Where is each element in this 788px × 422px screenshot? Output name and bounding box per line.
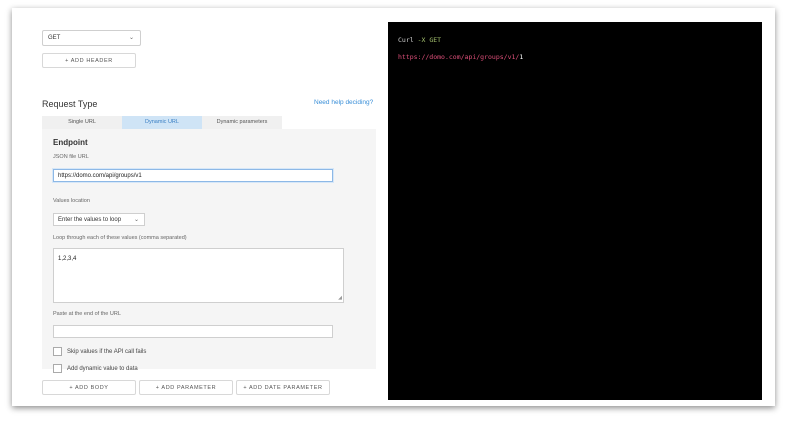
- json-file-url-label: JSON file URL: [53, 154, 89, 160]
- help-deciding-link[interactable]: Need help deciding?: [314, 99, 373, 106]
- loop-values-textarea[interactable]: 1,2,3,4 ◢: [53, 248, 344, 303]
- config-panel: GET ⌄ + ADD HEADER Request Type Need hel…: [12, 8, 386, 406]
- chevron-down-icon: ⌄: [133, 217, 139, 223]
- values-location-label: Values location: [53, 198, 90, 204]
- loop-values-label: Loop through each of these values (comma…: [53, 235, 187, 241]
- endpoint-heading: Endpoint: [53, 138, 88, 147]
- add-date-parameter-label: + ADD DATE PARAMETER: [243, 385, 323, 391]
- values-location-value: Enter the values to loop: [58, 217, 122, 223]
- method-select-value: GET: [48, 35, 61, 41]
- preview-url: https://domo.com/api/groups/v1/: [398, 53, 520, 61]
- curl-keyword: Curl: [398, 36, 414, 44]
- json-file-url-value: https://domo.com/api/groups/v1: [58, 173, 142, 179]
- skip-values-checkbox[interactable]: [53, 347, 62, 356]
- skip-values-checkbox-row[interactable]: Skip values if the API call fails: [53, 347, 146, 356]
- curl-command-line: Curl -X GET: [398, 36, 441, 44]
- add-dynamic-value-label: Add dynamic value to data: [67, 366, 138, 373]
- add-header-button[interactable]: + ADD HEADER: [42, 53, 136, 68]
- resize-handle-icon[interactable]: ◢: [338, 295, 342, 301]
- paste-end-input[interactable]: [53, 325, 333, 338]
- add-dynamic-value-checkbox[interactable]: [53, 364, 62, 373]
- add-body-label: + ADD BODY: [69, 385, 109, 391]
- values-location-select[interactable]: Enter the values to loop ⌄: [53, 213, 145, 226]
- app-window: GET ⌄ + ADD HEADER Request Type Need hel…: [12, 8, 775, 406]
- preview-cursor-value: 1: [519, 53, 524, 61]
- add-parameter-button[interactable]: + ADD PARAMETER: [139, 380, 233, 395]
- add-dynamic-value-checkbox-row[interactable]: Add dynamic value to data: [53, 364, 138, 373]
- endpoint-panel: Endpoint JSON file URL https://domo.com/…: [42, 129, 376, 373]
- curl-method-flag: -X GET: [417, 36, 442, 44]
- preview-url-line: https://domo.com/api/groups/v1/1: [398, 53, 523, 61]
- skip-values-label: Skip values if the API call fails: [67, 349, 147, 356]
- method-select[interactable]: GET ⌄: [42, 30, 141, 46]
- chevron-down-icon: ⌄: [128, 35, 134, 41]
- add-date-parameter-button[interactable]: + ADD DATE PARAMETER: [236, 380, 330, 395]
- loop-values-text: 1,2,3,4: [58, 256, 77, 262]
- tab-single-url[interactable]: Single URL: [42, 116, 122, 129]
- json-file-url-input[interactable]: https://domo.com/api/groups/v1: [53, 169, 333, 182]
- request-type-title: Request Type: [42, 99, 98, 109]
- request-preview-panel: Curl -X GET https://domo.com/api/groups/…: [388, 22, 762, 400]
- add-body-button[interactable]: + ADD BODY: [42, 380, 136, 395]
- tab-dynamic-url[interactable]: Dynamic URL: [122, 116, 202, 129]
- paste-end-label: Paste at the end of the URL: [53, 311, 121, 317]
- tab-dynamic-parameters[interactable]: Dynamic parameters: [202, 116, 282, 129]
- add-header-label: + ADD HEADER: [65, 58, 113, 64]
- add-parameter-label: + ADD PARAMETER: [155, 385, 217, 391]
